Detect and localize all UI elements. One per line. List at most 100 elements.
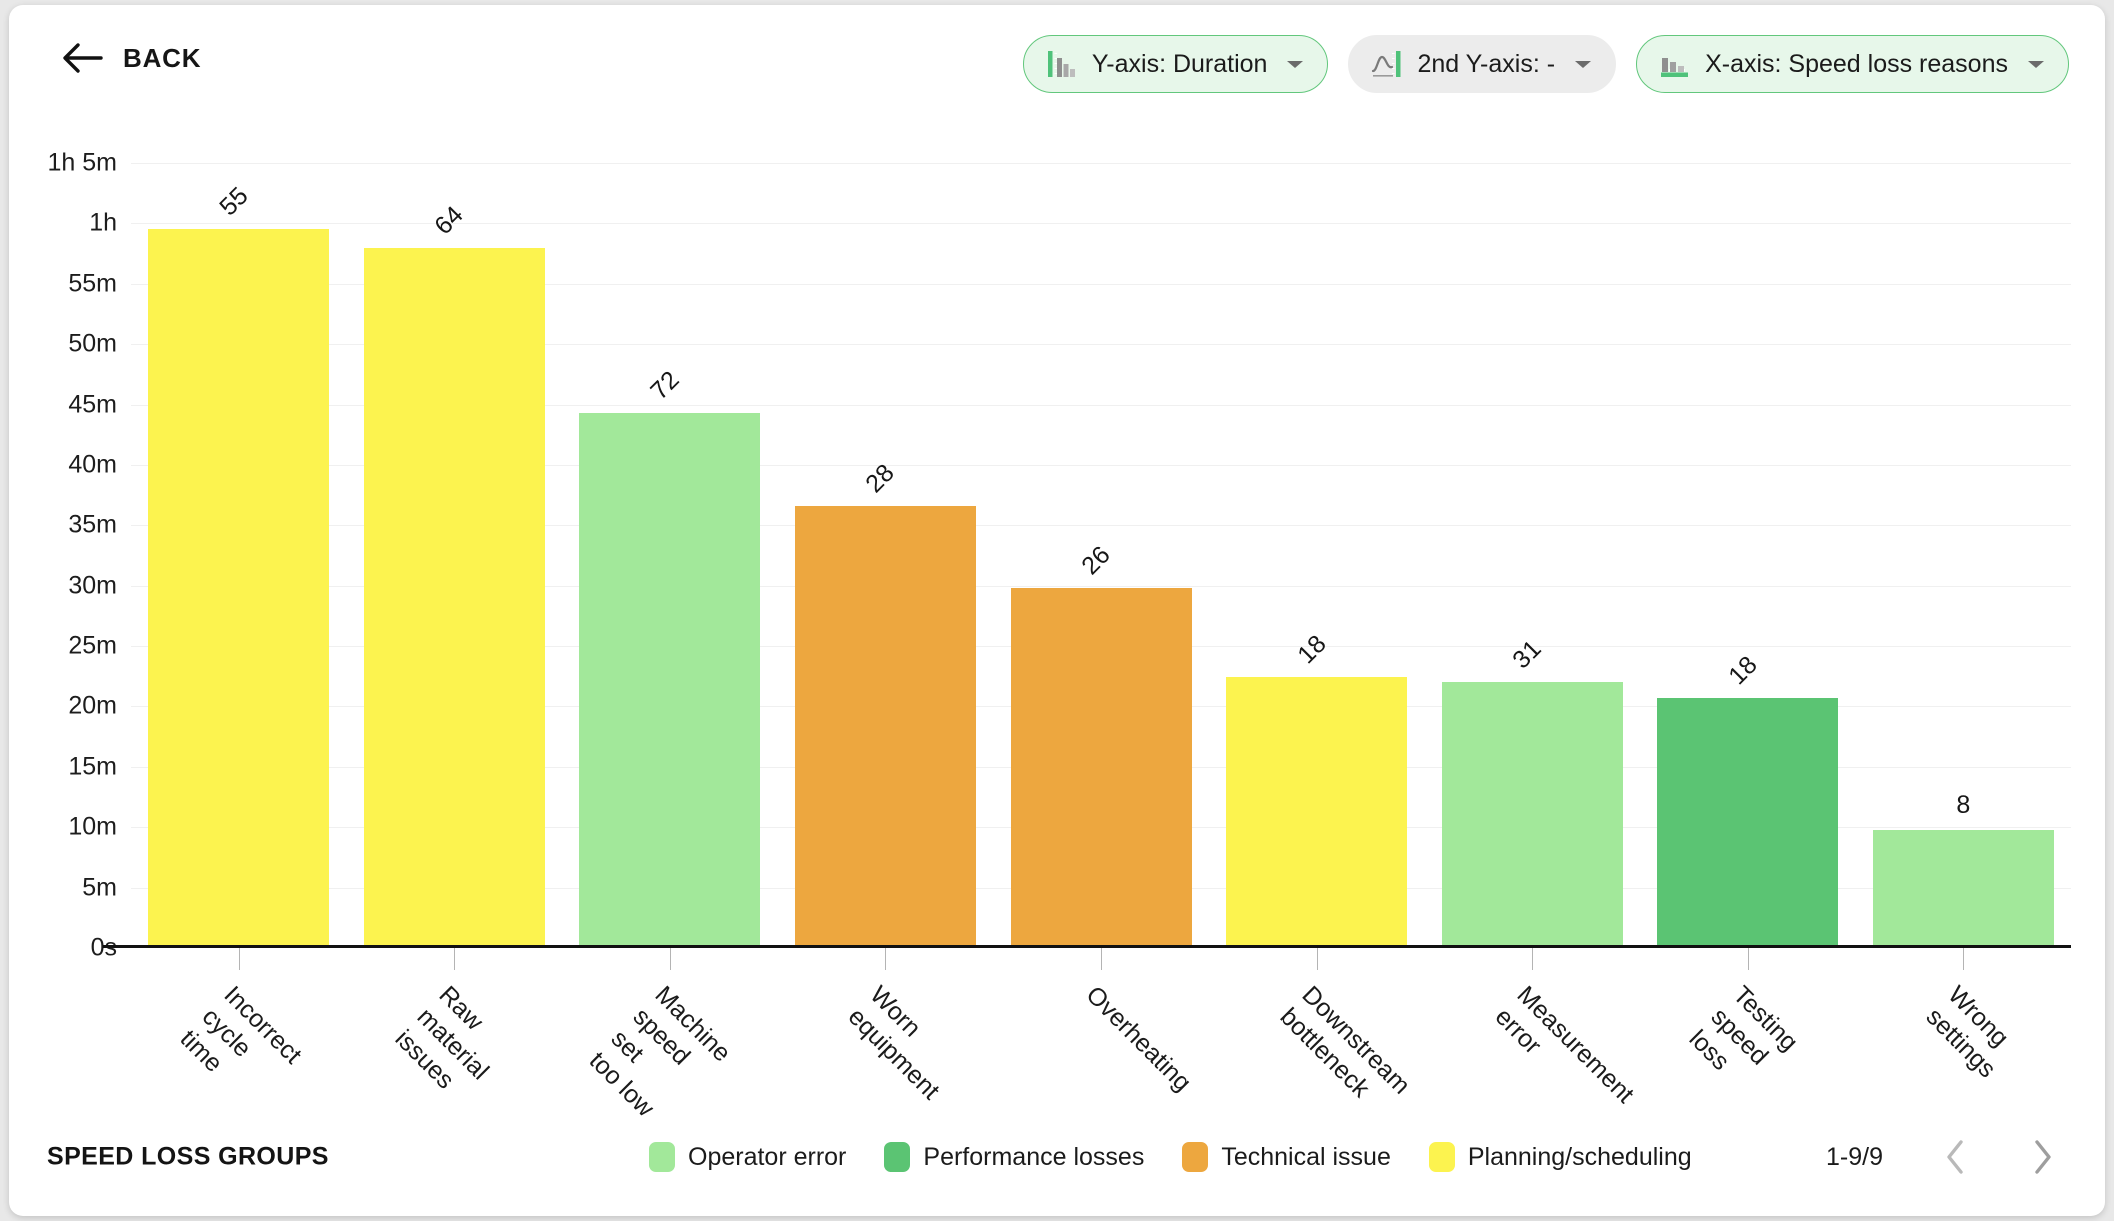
chart-plot-area: 1h 5m 1h 55m 50m 45m 40m 35m 30m 25m 20m 15m 10m 5m 0…	[9, 123, 2105, 1122]
y-axis-tick-label: 1h	[89, 208, 117, 237]
pagination-range: 1-9/9	[1826, 1142, 1883, 1171]
chart-card: BACK Y-axis: Duration 2nd Y-axis: - X-ax…	[9, 5, 2105, 1216]
legend-item[interactable]: Operator error	[649, 1142, 846, 1172]
line-chart-y-axis-icon	[1371, 49, 1403, 79]
y-axis-tick-label: 10m	[68, 812, 117, 841]
legend-swatch	[1428, 1142, 1455, 1172]
legend-label: Technical issue	[1221, 1142, 1391, 1171]
bar[interactable]: 31	[1441, 635, 1623, 948]
footer-title: SPEED LOSS GROUPS	[47, 1142, 329, 1171]
x-axis-slot: Downstream bottleneck	[1209, 948, 1425, 1103]
x-axis-labels: Incorrect cycle time Raw material issues M…	[131, 948, 2072, 1122]
bar[interactable]: 18	[1226, 630, 1408, 948]
y-axis-tick-label: 55m	[68, 269, 117, 298]
bar-value-label: 28	[860, 458, 901, 499]
x-axis-tick	[1316, 948, 1318, 970]
y-axis-tick-label: 0s	[91, 934, 117, 963]
x-axis-slot: Incorrect cycle time	[131, 948, 347, 1098]
bar-slot: 8	[1856, 163, 2072, 948]
pagination-prev-button[interactable]	[1939, 1137, 1971, 1177]
second-y-axis-dropdown[interactable]: 2nd Y-axis: -	[1348, 35, 1617, 93]
chart-header: BACK Y-axis: Duration 2nd Y-axis: - X-ax…	[9, 5, 2105, 123]
bar-value-label: 8	[1956, 790, 1971, 819]
y-axis-tick-label: 30m	[68, 571, 117, 600]
x-axis-tick	[454, 948, 456, 970]
legend-swatch	[884, 1142, 911, 1172]
x-axis-tick	[669, 948, 671, 970]
legend: Operator error Performance losses Technica…	[649, 1142, 1692, 1172]
bar-slot: 31	[1424, 163, 1640, 948]
chevron-down-icon	[2022, 58, 2046, 70]
bar-value-label: 55	[214, 182, 254, 222]
x-axis-tick	[1747, 948, 1749, 970]
bar-value-label: 18	[1722, 650, 1763, 691]
bar[interactable]: 28	[794, 459, 976, 948]
chevron-left-icon	[1942, 1138, 1968, 1176]
x-axis-slot: Wrong settings	[1856, 948, 2072, 1098]
legend-label: Planning/scheduling	[1467, 1142, 1692, 1171]
bar-slot: 26	[993, 163, 1209, 948]
y-axis-tick-label: 50m	[68, 329, 117, 358]
plot: 1h 5m 1h 55m 50m 45m 40m 35m 30m 25m 20m 15m 10m 5m 0…	[48, 149, 2071, 962]
legend-label: Operator error	[688, 1142, 847, 1171]
bar-value-label: 64	[429, 200, 470, 240]
x-axis-slot: Worn equipment	[778, 948, 994, 1105]
y-axis-tick-label: 5m	[82, 873, 117, 902]
bar-value-label: 31	[1507, 635, 1547, 675]
y-axis-dropdown-label: Y-axis: Duration	[1091, 49, 1268, 78]
bar[interactable]: 72	[579, 366, 761, 948]
chevron-down-icon	[1281, 58, 1305, 70]
x-axis-slot: Overheating	[993, 948, 1209, 1098]
bar-slot: 28	[778, 163, 994, 948]
bar-value-label: 72	[645, 365, 685, 406]
pagination: 1-9/9	[1826, 1137, 2059, 1177]
arrow-left-icon	[61, 41, 103, 75]
x-axis-tick	[1101, 948, 1103, 970]
x-axis-slot: Raw material issues	[347, 948, 563, 1098]
x-axis-category-label: Wrong settings	[1920, 980, 2015, 1084]
bar-value-label: 18	[1291, 630, 1332, 670]
y-axis-tick-label: 1h 5m	[47, 148, 117, 177]
x-axis-tick	[1532, 948, 1534, 970]
x-axis-category-label: Overheating	[1080, 980, 1197, 1097]
x-axis-dropdown-label: X-axis: Speed loss reasons	[1705, 49, 2008, 78]
legend-item[interactable]: Performance losses	[884, 1142, 1144, 1172]
x-axis-slot: Testing speed loss	[1640, 948, 1856, 1098]
pagination-next-button[interactable]	[2027, 1137, 2059, 1177]
chevron-down-icon	[1569, 58, 1593, 70]
chevron-right-icon	[2030, 1138, 2056, 1176]
bar-value-label: 26	[1076, 540, 1116, 581]
bar-slot: 72	[562, 163, 778, 948]
x-axis-category-label: Worn equipment	[843, 980, 946, 1105]
y-axis-tick-label: 45m	[68, 390, 117, 419]
x-axis-tick	[238, 948, 240, 970]
y-axis-tick-label: 25m	[68, 631, 117, 660]
bar[interactable]: 55	[148, 182, 330, 948]
y-axis-dropdown[interactable]: Y-axis: Duration	[1022, 35, 1329, 93]
bar[interactable]: 64	[363, 200, 545, 948]
back-label: BACK	[123, 42, 202, 73]
bar-chart-y-axis-icon	[1046, 49, 1078, 79]
legend-item[interactable]: Technical issue	[1182, 1142, 1391, 1172]
bar-slot: 18	[1640, 163, 1856, 948]
x-axis-tick	[1963, 948, 1965, 970]
bar[interactable]: 26	[1010, 541, 1192, 948]
legend-label: Performance losses	[923, 1142, 1145, 1171]
chart-footer: SPEED LOSS GROUPS Operator error Performa…	[9, 1098, 2105, 1216]
x-axis-dropdown[interactable]: X-axis: Speed loss reasons	[1636, 35, 2069, 93]
axis-controls: Y-axis: Duration 2nd Y-axis: - X-axis: S…	[1022, 35, 2069, 93]
y-axis-tick-label: 15m	[68, 752, 117, 781]
bar[interactable]: 8	[1872, 791, 2054, 948]
bar[interactable]: 18	[1657, 651, 1839, 948]
back-button[interactable]: BACK	[61, 41, 201, 75]
bar-slot: 18	[1209, 163, 1425, 948]
y-axis-tick-label: 35m	[68, 510, 117, 539]
x-axis-slot: Machine speed set too low	[562, 948, 778, 1122]
bar-slot: 64	[347, 163, 563, 948]
legend-swatch	[649, 1142, 675, 1172]
y-axis-tick-label: 40m	[68, 450, 117, 479]
legend-swatch	[1182, 1142, 1209, 1172]
legend-item[interactable]: Planning/scheduling	[1428, 1142, 1692, 1172]
bar-series: 55 64 72 28 26 18 31 18 8	[131, 163, 2071, 948]
y-axis-tick-label: 20m	[68, 691, 117, 720]
